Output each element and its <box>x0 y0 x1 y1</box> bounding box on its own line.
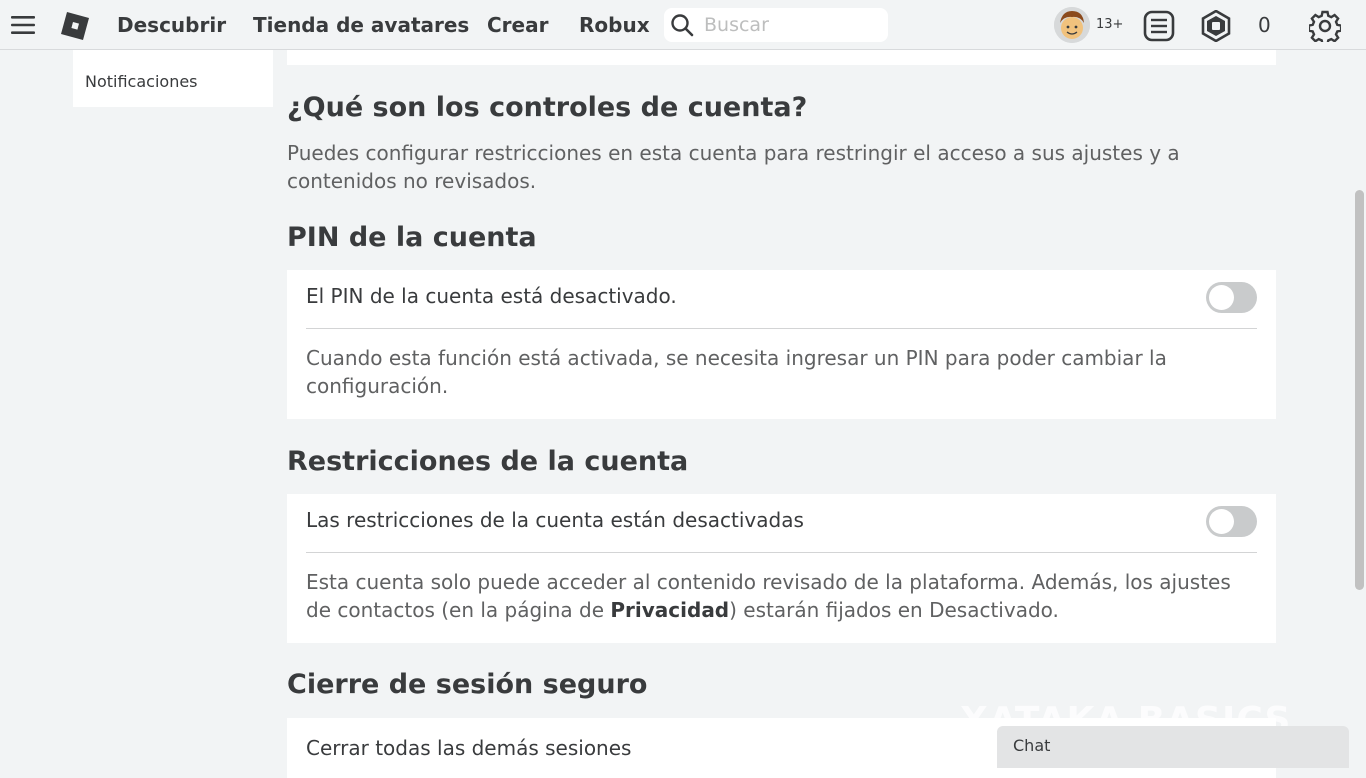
pin-divider <box>306 328 1257 329</box>
restrictions-card: Las restricciones de la cuenta están des… <box>287 494 1276 643</box>
restrictions-divider <box>306 552 1257 553</box>
robux-icon[interactable] <box>1200 9 1232 43</box>
top-navigation-bar: Descubrir Tienda de avatares Crear Robux… <box>0 0 1366 50</box>
nav-create-link[interactable]: Crear <box>487 0 548 50</box>
search-icon[interactable] <box>670 13 694 37</box>
search-input[interactable] <box>704 8 882 42</box>
sidebar-item-notifications[interactable]: Notificaciones <box>85 72 198 91</box>
roblox-logo-icon[interactable] <box>60 11 90 41</box>
intro-description: Puedes configurar restricciones en esta … <box>287 141 1180 193</box>
nav-discover-link[interactable]: Descubrir <box>117 0 226 50</box>
settings-sidebar: Notificaciones <box>73 50 273 107</box>
pin-card: El PIN de la cuenta está desactivado. Cu… <box>287 270 1276 419</box>
nav-robux-link[interactable]: Robux <box>579 0 650 50</box>
hamburger-menu-icon[interactable] <box>10 12 36 38</box>
nav-avatar-shop-link[interactable]: Tienda de avatares <box>253 0 469 50</box>
age-badge: 13+ <box>1096 17 1124 32</box>
previous-card <box>287 50 1276 65</box>
pin-toggle-knob <box>1209 285 1234 310</box>
restrictions-status-text: Las restricciones de la cuenta están des… <box>306 508 804 532</box>
pin-status-text: El PIN de la cuenta está desactivado. <box>306 284 677 308</box>
secure-logout-section-title: Cierre de sesión seguro <box>287 669 648 700</box>
pin-section-title: PIN de la cuenta <box>287 222 537 253</box>
robux-balance: 0 <box>1258 13 1271 37</box>
restrictions-toggle-knob <box>1209 509 1234 534</box>
intro-title: ¿Qué son los controles de cuenta? <box>287 92 808 123</box>
avatar[interactable] <box>1054 7 1090 43</box>
chat-label: Chat <box>1013 736 1051 755</box>
privacy-link[interactable]: Privacidad <box>610 598 729 622</box>
messages-icon[interactable] <box>1143 10 1175 42</box>
pin-description: Cuando esta función está activada, se ne… <box>306 346 1167 398</box>
restrictions-toggle[interactable] <box>1206 506 1257 537</box>
search-box <box>664 8 888 42</box>
scrollbar-thumb[interactable] <box>1355 190 1364 590</box>
logout-other-sessions-button[interactable]: Cerrar todas las demás sesiones <box>306 736 631 760</box>
gear-icon[interactable] <box>1307 10 1343 46</box>
restrictions-description-end: ) estarán fijados en Desactivado. <box>729 598 1059 622</box>
chat-tab[interactable]: Chat <box>997 726 1349 768</box>
pin-toggle[interactable] <box>1206 282 1257 313</box>
restrictions-section-title: Restricciones de la cuenta <box>287 446 689 477</box>
restrictions-description: Esta cuenta solo puede acceder al conten… <box>306 568 1246 624</box>
